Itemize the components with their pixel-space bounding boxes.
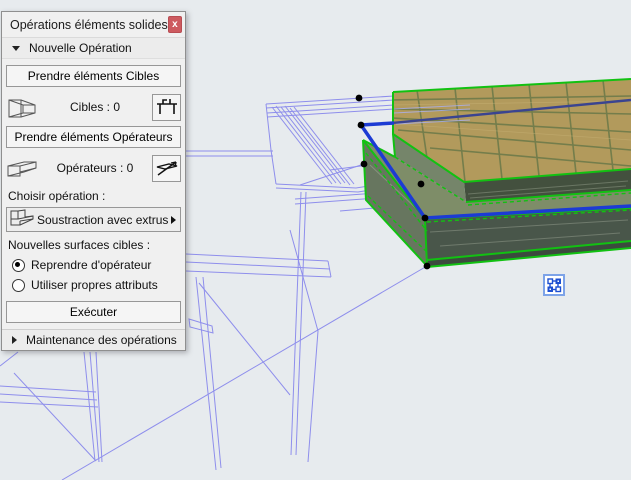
radio-inherit-operator-label: Reprendre d'opérateur (31, 258, 151, 272)
radio-button[interactable] (12, 279, 25, 292)
radio-own-attributes[interactable]: Utiliser propres attributs (12, 276, 181, 294)
section-maintenance-label: Maintenance des opérations (26, 333, 177, 347)
pick-target-icon (156, 98, 178, 116)
palette-content: Prendre éléments Cibles Cibles : 0 (2, 59, 185, 326)
section-new-operation[interactable]: Nouvelle Opération (2, 38, 185, 59)
radio-inherit-operator[interactable]: Reprendre d'opérateur (12, 256, 181, 274)
marquee-badge-icon[interactable] (544, 275, 564, 295)
operation-dropdown[interactable]: Soustraction avec extrusi... (6, 207, 181, 232)
pick-operator-icon (156, 159, 178, 177)
radio-button[interactable] (12, 259, 25, 272)
close-button[interactable]: x (168, 16, 182, 33)
operator-solid-icon (6, 154, 38, 182)
choose-operation-label: Choisir opération : (8, 189, 181, 203)
palette-title: Opérations éléments solides (10, 18, 168, 32)
section-new-operation-label: Nouvelle Opération (29, 41, 132, 55)
app-window: Opérations éléments solides x Nouvelle O… (0, 0, 631, 480)
take-targets-button[interactable]: Prendre éléments Cibles (6, 65, 181, 87)
collapse-triangle-icon (12, 46, 20, 51)
section-maintenance[interactable]: Maintenance des opérations (2, 329, 185, 350)
solid-operations-palette: Opérations éléments solides x Nouvelle O… (1, 11, 186, 351)
radio-own-attributes-label: Utiliser propres attributs (31, 278, 158, 292)
execute-button[interactable]: Exécuter (6, 301, 181, 323)
pick-operator-button[interactable] (152, 155, 181, 182)
targets-row: Cibles : 0 (6, 92, 181, 122)
palette-titlebar[interactable]: Opérations éléments solides x (2, 12, 185, 38)
expand-triangle-icon (12, 336, 17, 344)
selected-slab[interactable] (363, 79, 631, 267)
dropdown-arrow-icon (171, 216, 176, 224)
operators-count: Opérateurs : 0 (38, 161, 152, 175)
new-surfaces-label: Nouvelles surfaces cibles : (8, 238, 181, 252)
pick-target-button[interactable] (152, 94, 181, 121)
targets-count: Cibles : 0 (38, 100, 152, 114)
take-operators-button[interactable]: Prendre éléments Opérateurs (6, 126, 181, 148)
operators-row: Opérateurs : 0 (6, 153, 181, 183)
target-solid-icon (6, 93, 38, 121)
subtract-operation-icon (9, 207, 35, 232)
operation-dropdown-value: Soustraction avec extrusi... (37, 213, 169, 227)
